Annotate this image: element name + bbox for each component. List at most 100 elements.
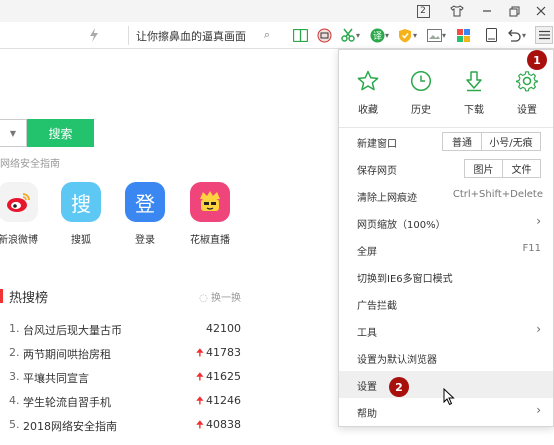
chevron-right-icon: › xyxy=(536,403,541,417)
menu-item-ie6-mode[interactable]: 切换到IE6多窗口模式 xyxy=(339,263,553,290)
hot-rank: 5. xyxy=(9,418,20,431)
login-icon: 登 xyxy=(125,182,165,222)
list-item[interactable]: 5. 2018网络安全指南 🠉 40838 xyxy=(0,415,245,439)
main-menu: 收藏 历史 下载 设置 新建窗口 普通 小号/无痕 保存网页 图片 文件 清除上… xyxy=(338,49,554,427)
hot-count: 🠉 40838 xyxy=(195,418,241,431)
save-file-button[interactable]: 文件 xyxy=(502,159,541,178)
undo-dropdown-icon[interactable]: ▾ xyxy=(520,27,528,43)
hot-count: 🠉 41783 xyxy=(195,346,241,359)
adblock-label: 广告拦截 xyxy=(357,301,397,312)
shortcut-label: 新浪微博 xyxy=(0,235,38,246)
reader-icon[interactable] xyxy=(483,27,499,43)
step-badge-1: 1 xyxy=(527,50,547,70)
shortcut-sohu[interactable]: 搜 搜狐 xyxy=(51,182,111,246)
shortcut-label: 登录 xyxy=(135,235,155,246)
gear-icon xyxy=(516,71,539,92)
hot-title[interactable]: 台风过后现大量古币 xyxy=(23,322,122,338)
hot-search-title: 热搜榜 xyxy=(9,291,49,306)
menu-item-tools[interactable]: 工具 › xyxy=(339,317,553,344)
hot-rank: 1. xyxy=(9,322,20,335)
weibo-icon xyxy=(0,182,38,222)
up-arrow-icon: 🠉 xyxy=(195,348,204,359)
scissors-dropdown-icon[interactable]: ▾ xyxy=(354,27,362,43)
shield-dropdown-icon[interactable]: ▾ xyxy=(411,27,419,43)
hot-accent-bar xyxy=(0,289,3,303)
restore-icon[interactable] xyxy=(501,0,527,22)
set-default-label: 设置为默认浏览器 xyxy=(357,355,437,366)
shirt-icon[interactable] xyxy=(444,0,470,22)
shortcut-huajiao[interactable]: 花椒直播 xyxy=(180,182,240,246)
tab-count-badge: 2 xyxy=(416,4,430,18)
title-bar: 2 xyxy=(0,0,554,22)
menu-item-adblock[interactable]: 广告拦截 xyxy=(339,290,553,317)
downloads-button[interactable]: 下载 xyxy=(454,70,494,116)
menu-item-fullscreen[interactable]: 全屏 F11 xyxy=(339,236,553,263)
up-arrow-icon: 🠉 xyxy=(195,372,204,383)
star-icon xyxy=(357,70,379,91)
favorites-button[interactable]: 收藏 xyxy=(348,70,388,116)
refresh-button[interactable]: ◌ 换一换 xyxy=(199,289,241,304)
clear-history-label: 清除上网痕迹 xyxy=(357,193,417,204)
search-button[interactable]: 搜索 xyxy=(27,119,94,147)
refresh-label: 换一换 xyxy=(211,293,241,304)
help-label: 帮助 xyxy=(357,409,377,420)
hot-count: 🠉 41625 xyxy=(195,370,241,383)
clock-icon xyxy=(410,70,432,92)
translate-dropdown-icon[interactable]: ▾ xyxy=(383,27,391,43)
hot-title[interactable]: 学生轮流自習手机 xyxy=(23,394,111,410)
ie6-mode-label: 切换到IE6多窗口模式 xyxy=(357,274,453,285)
hot-search-header: 热搜榜 ◌ 换一换 xyxy=(0,285,245,307)
chevron-right-icon: › xyxy=(536,322,541,336)
hot-title[interactable]: 两节期间哄抬房租 xyxy=(23,346,111,362)
toolbar: 让你擦鼻血的逼真画面 ⌕ ▾ 译 ▾ ▾ ▾ ▾ xyxy=(0,22,554,49)
menu-icon[interactable] xyxy=(535,26,553,44)
fullscreen-label: 全屏 xyxy=(357,247,377,258)
list-item[interactable]: 4. 学生轮流自習手机 🠉 41246 xyxy=(0,391,245,415)
fullscreen-shortcut: F11 xyxy=(522,243,541,254)
save-page-label: 保存网页 xyxy=(357,166,397,177)
chevron-right-icon: › xyxy=(536,214,541,228)
hot-count: 🠉 41246 xyxy=(195,394,241,407)
menu-item-zoom[interactable]: 网页缩放（100%） › xyxy=(339,209,553,236)
address-search-box[interactable]: 让你擦鼻血的逼真画面 ⌕ xyxy=(128,26,276,45)
image-dropdown-icon[interactable]: ▾ xyxy=(440,27,448,43)
mouse-cursor-icon xyxy=(443,388,455,406)
hot-title[interactable]: 2018网络安全指南 xyxy=(23,418,117,434)
up-arrow-icon: 🠉 xyxy=(195,396,204,407)
book-icon[interactable] xyxy=(292,27,308,43)
screenshot-icon[interactable] xyxy=(316,27,332,43)
hot-title[interactable]: 平壤共同宣言 xyxy=(23,370,89,386)
apps-icon[interactable] xyxy=(455,27,471,43)
history-button[interactable]: 历史 xyxy=(401,70,441,116)
new-window-incognito-button[interactable]: 小号/无痕 xyxy=(481,132,541,151)
search-icon[interactable]: ⌕ xyxy=(264,28,270,42)
close-icon[interactable] xyxy=(528,0,554,22)
shortcut-login[interactable]: 登 登录 xyxy=(115,182,175,246)
menu-item-new-window: 新建窗口 普通 小号/无痕 xyxy=(339,128,553,155)
hot-count: 42100 xyxy=(206,322,241,335)
list-item[interactable]: 1. 台风过后现大量古币 42100 xyxy=(0,319,245,343)
list-item[interactable]: 3. 平壤共同宣言 🠉 41625 xyxy=(0,367,245,391)
search-suggestion-text[interactable]: 让你擦鼻血的逼真画面 xyxy=(136,28,246,44)
search-engine-dropdown[interactable]: ▼ xyxy=(0,119,27,147)
lightning-icon[interactable] xyxy=(86,27,102,43)
shortcut-label: 花椒直播 xyxy=(190,235,230,246)
menu-item-clear-history[interactable]: 清除上网痕迹 Ctrl+Shift+Delete xyxy=(339,182,553,209)
menu-item-set-default[interactable]: 设置为默认浏览器 xyxy=(339,344,553,371)
hot-rank: 4. xyxy=(9,394,20,407)
tab-count-icon[interactable]: 2 xyxy=(410,0,436,22)
svg-text:译: 译 xyxy=(372,31,381,42)
hot-rank: 3. xyxy=(9,370,20,383)
favorites-label: 收藏 xyxy=(358,105,378,116)
list-item[interactable]: 2. 两节期间哄抬房租 🠉 41783 xyxy=(0,343,245,367)
clear-history-shortcut: Ctrl+Shift+Delete xyxy=(452,189,543,200)
settings-quick-button[interactable]: 设置 xyxy=(507,70,547,116)
minimize-icon[interactable] xyxy=(474,0,500,22)
history-label: 历史 xyxy=(411,105,431,116)
settings-quick-label: 设置 xyxy=(517,105,537,116)
shortcut-weibo[interactable]: 新浪微博 xyxy=(0,182,48,246)
save-image-button[interactable]: 图片 xyxy=(464,159,503,178)
safety-guide-link[interactable]: 网络安全指南 xyxy=(0,155,60,170)
new-window-normal-button[interactable]: 普通 xyxy=(442,132,482,151)
hot-rank: 2. xyxy=(9,346,20,359)
